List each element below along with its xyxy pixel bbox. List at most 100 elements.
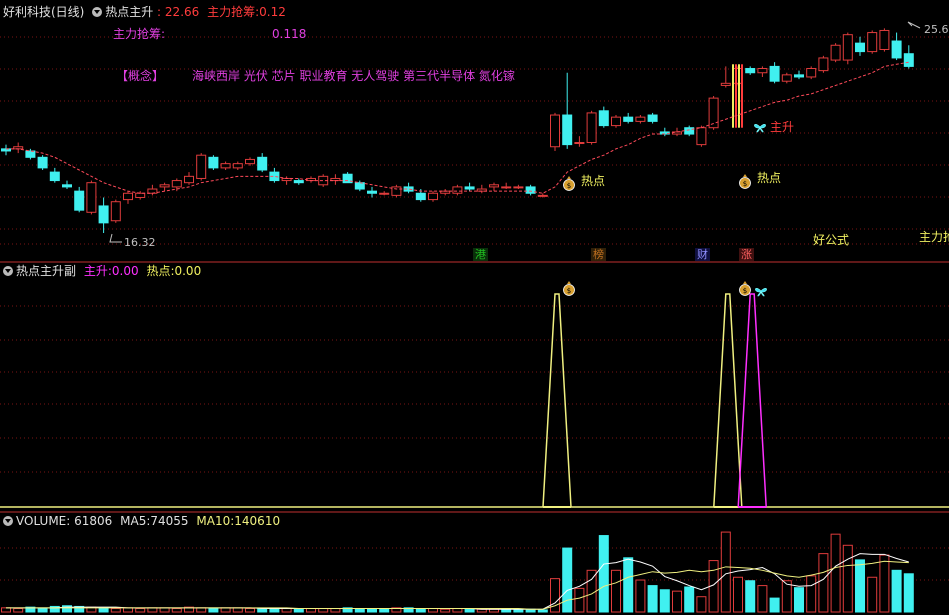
tag-zhang[interactable]: 涨 xyxy=(739,248,754,261)
candle-body xyxy=(647,114,658,122)
volume-bar xyxy=(123,607,133,613)
hot-label: 热点: xyxy=(146,264,175,278)
candle-body xyxy=(891,40,902,59)
candle-body xyxy=(830,44,841,61)
volume-bar xyxy=(318,608,329,613)
money-bag-sign: $ xyxy=(567,287,571,295)
candle-body xyxy=(159,184,170,188)
sub-panel-header: 热点主升副 主升:0.00 热点:0.00 xyxy=(3,264,201,278)
tag-cai[interactable]: 财 xyxy=(695,248,710,261)
butterfly-icon xyxy=(755,288,767,297)
volume-bar xyxy=(745,580,756,613)
candle-body xyxy=(818,57,829,72)
volume-bar xyxy=(574,587,585,613)
money-bag-knot xyxy=(743,281,747,284)
butterfly-wings xyxy=(755,288,767,297)
money-bag-knot xyxy=(743,174,747,177)
tag-gang[interactable]: 港 xyxy=(473,248,488,261)
volume-bar xyxy=(794,587,804,613)
zl-value: 0.12 xyxy=(259,5,286,19)
volume-bar xyxy=(135,608,146,613)
main-rise-value: 0.00 xyxy=(111,264,139,278)
volume-bar xyxy=(659,589,670,613)
candle-body xyxy=(757,68,768,74)
stock-name: 好利科技(日线) xyxy=(3,5,85,19)
hot-label-1: 热点 xyxy=(581,174,605,188)
zl-number: 0.118 xyxy=(272,27,307,41)
candle-body xyxy=(74,190,85,211)
volume-bar xyxy=(147,607,158,613)
money-bag-icon: $ xyxy=(739,174,751,189)
candle-body xyxy=(196,154,207,179)
candle-body xyxy=(415,192,426,201)
candle-body xyxy=(489,184,499,188)
money-bag-sign: $ xyxy=(743,180,747,188)
candle-body xyxy=(696,127,707,146)
candle-body xyxy=(379,192,390,195)
candle-body xyxy=(855,42,865,53)
candle-body xyxy=(220,163,231,169)
candle-body xyxy=(611,116,621,127)
volume-bar xyxy=(806,575,817,613)
volume-bar xyxy=(647,585,658,613)
ma10-value: 140610 xyxy=(234,514,281,528)
volume-bar xyxy=(281,608,292,613)
formula-label: 好公式 xyxy=(813,233,850,247)
money-bag-sign: $ xyxy=(567,182,571,190)
collapse-circle-icon[interactable] xyxy=(3,516,13,526)
candle-body xyxy=(562,114,573,146)
volume-bar xyxy=(757,585,768,613)
candle-body xyxy=(635,116,646,122)
money-bag-knot xyxy=(567,281,571,284)
volume-bar xyxy=(855,559,865,613)
money-bag-icon: $ xyxy=(563,281,575,296)
volume-bar xyxy=(354,608,365,613)
signal-stripe xyxy=(732,64,734,128)
candle-body xyxy=(879,29,890,50)
candle-body xyxy=(513,186,524,189)
volume-bar xyxy=(440,608,451,613)
candle-body xyxy=(123,192,133,201)
volume-bar xyxy=(196,607,207,613)
candle-body xyxy=(598,110,609,127)
volume-bar xyxy=(672,590,682,613)
ma5-label: MA5: xyxy=(120,514,151,528)
volume-bar xyxy=(818,553,829,613)
volume-bar xyxy=(867,576,878,613)
volume-bar xyxy=(769,597,780,613)
volume-bars xyxy=(1,531,914,613)
candle-body xyxy=(86,182,97,213)
candle-body xyxy=(769,65,780,82)
candle-body xyxy=(903,53,914,67)
zl-right-label: 主力抢 xyxy=(919,230,949,244)
volume-bar xyxy=(232,607,243,613)
zl-label: 主力抢筹: xyxy=(207,5,260,19)
volume-bar xyxy=(110,608,121,613)
candle-body xyxy=(464,186,475,190)
tag-bang[interactable]: 榜 xyxy=(591,248,606,261)
volume-bar xyxy=(842,544,853,613)
candle-body xyxy=(147,188,158,194)
volume-bar xyxy=(171,608,182,613)
candle-body xyxy=(550,114,560,148)
high-price-label: 25.68 xyxy=(924,23,949,36)
candle-body xyxy=(537,194,548,197)
candle-body xyxy=(501,186,512,189)
candle-body xyxy=(49,171,60,182)
volume-bar xyxy=(293,608,304,613)
volume-label: VOLUME: xyxy=(16,514,71,528)
volume-bar xyxy=(245,608,255,613)
hot-signal-peak xyxy=(542,293,572,508)
candle-body xyxy=(806,68,817,78)
candle-body xyxy=(208,156,219,169)
collapse-circle-icon[interactable] xyxy=(3,266,13,276)
volume-bar xyxy=(367,608,377,613)
volume-bar xyxy=(586,569,597,613)
butterfly-wings xyxy=(754,124,766,133)
candle-body xyxy=(452,186,463,194)
volume-bar xyxy=(598,535,609,613)
collapse-circle-icon[interactable] xyxy=(92,7,103,17)
candle-body xyxy=(525,186,536,194)
signal-stripe xyxy=(738,64,740,128)
candle-body xyxy=(135,192,146,198)
